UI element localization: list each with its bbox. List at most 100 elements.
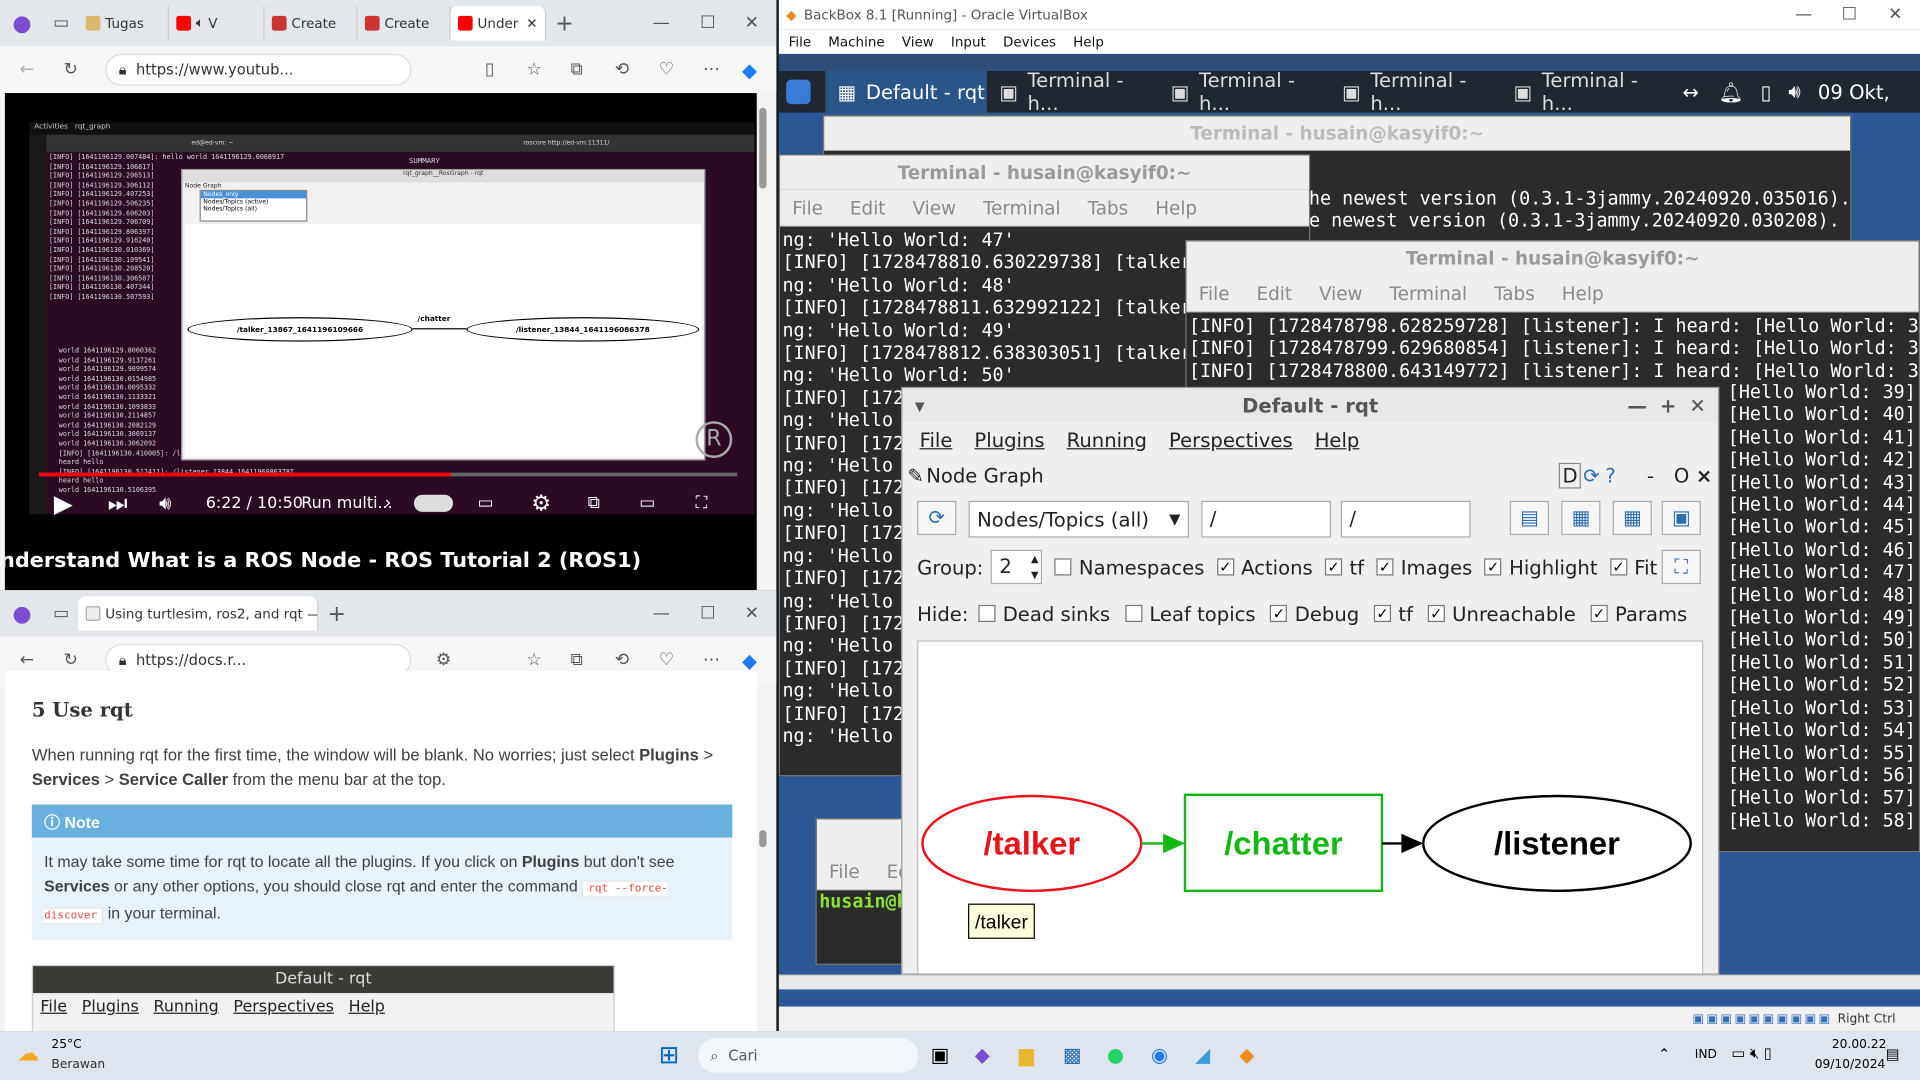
save-svg-icon[interactable]: ▦ [1612,500,1652,536]
vbox-menu-machine[interactable]: Machine [828,34,884,50]
maximize-icon[interactable]: ☐ [1842,5,1857,25]
terminal-menu-file[interactable]: File [1199,282,1230,304]
guest-scrollbar[interactable] [778,974,1920,990]
save-image-icon[interactable]: ▣ [1661,500,1701,536]
video-player[interactable]: Activities rqt_graph ed@ed-vm: ~ roscore … [4,93,757,591]
rqt-menu-running[interactable]: Running [1067,428,1147,451]
reload-icon[interactable]: ⟳ [1583,463,1599,486]
hide-debug[interactable]: ✓ Debug [1270,602,1359,625]
history-icon[interactable]: ⟲ [615,60,629,80]
doc-menu-plugins[interactable]: Plugins [82,998,139,1016]
vbox-menu-help[interactable]: Help [1073,34,1104,50]
clock-date[interactable]: 09/10/2024 [1815,1058,1886,1071]
maximize-icon[interactable]: ☐ [696,13,720,33]
vbox-menu-devices[interactable]: Devices [1003,34,1056,50]
history-icon[interactable]: ⟲ [615,650,629,670]
doc-menu-perspectives[interactable]: Perspectives [233,998,333,1016]
profile-icon[interactable]: ● [0,601,44,627]
input-language[interactable]: IND [1695,1048,1717,1061]
vscode-icon[interactable]: ◢ [1195,1043,1210,1066]
panel-task-terminal-3[interactable]: ▣ Terminal - h... [1330,69,1501,116]
collections-icon[interactable]: ⧉ [571,60,583,80]
spin-arrows-icon[interactable]: ▲ ▼ [1031,551,1039,583]
node-graph-canvas[interactable]: /talker /chatter /listener /talker [917,640,1704,974]
chevron-right-icon[interactable]: › [384,493,391,513]
heart-icon[interactable]: ♡ [659,650,674,670]
checkbox[interactable]: ✓ [1324,558,1343,576]
group-spinbox[interactable]: 2 ▲ ▼ [990,549,1043,585]
terminal-menu-edit[interactable]: Edit [1256,282,1292,304]
copilot-icon[interactable]: ◆ [742,648,757,671]
node-filter-input[interactable]: / [1201,500,1332,538]
terminal-menu-view[interactable]: View [1319,282,1363,304]
help-icon[interactable]: ? [1605,463,1615,486]
checkbox[interactable]: ✓ [1376,558,1394,576]
system-tray-icons[interactable]: ▭ 🔇︎ ▯ [1731,1044,1772,1062]
dock-close-button[interactable]: × [1696,463,1712,486]
chevron-up-icon[interactable]: ⌃ [1658,1046,1670,1063]
tab-under-active[interactable]: Under ✕ [450,6,547,41]
notification-icon[interactable]: ▤ [1886,1046,1900,1063]
new-tab-icon[interactable]: + [318,601,355,627]
more-icon[interactable]: ⋯ [703,60,720,80]
terminal-menu-tabs[interactable]: Tabs [1494,282,1535,304]
speaker-icon[interactable]: 🔈︎ [196,15,204,32]
checkbox[interactable]: ✓ [1270,604,1288,623]
scrollbar[interactable] [759,107,767,189]
tab-actions-icon[interactable]: ▭ [44,604,78,624]
refresh-icon[interactable]: ↻ [64,60,78,80]
terminal-menu-file[interactable]: File [792,197,823,219]
terminal-menu-terminal[interactable]: Terminal [1390,282,1468,304]
back-icon[interactable]: ← [20,60,34,80]
terminal-menu-file[interactable]: File [829,860,860,882]
dock-minimize-button[interactable]: - [1647,463,1654,486]
dock-d-button[interactable]: D [1558,462,1582,488]
scrollbar[interactable] [759,830,767,848]
rqt-menu-plugins[interactable]: Plugins [974,428,1044,451]
menu-icon[interactable] [786,79,811,105]
option-fit[interactable]: ✓ Fit [1609,555,1657,579]
option-tf[interactable]: ✓ tf [1324,555,1364,579]
checkbox[interactable]: ✓ [1216,558,1234,576]
maximize-icon[interactable]: + [1660,394,1676,417]
hide-unreachable[interactable]: ✓ Unreachable [1427,602,1576,625]
video-progress-track[interactable] [39,472,738,477]
battery-icon[interactable]: ▯ [1760,80,1771,103]
close-window-icon[interactable]: ✕ [1888,5,1902,25]
panel-task-terminal-1[interactable]: ▣ Terminal - h... [987,69,1158,116]
subtitles-icon[interactable]: ▭ [478,493,494,513]
explorer-icon[interactable]: ▆ [1019,1043,1034,1066]
doc-menu-running[interactable]: Running [153,998,218,1016]
url-field[interactable]: 🔒︎ https://www.youtub... [105,53,412,86]
back-icon[interactable]: ← [20,650,34,670]
settings-icon[interactable]: ⚙ [531,490,551,516]
refresh-graph-button[interactable]: ⟳ [917,500,957,536]
rqt-menu-perspectives[interactable]: Perspectives [1169,428,1293,451]
hide-dead-sinks[interactable]: Dead sinks [978,602,1110,625]
minimize-icon[interactable]: — [649,604,673,624]
favorites-icon[interactable]: ☆ [527,60,542,80]
volume-icon[interactable]: 🔊︎ [1788,80,1800,104]
miniplayer-icon[interactable]: ⧉ [588,493,600,513]
checkbox[interactable]: ✓ [1427,604,1445,623]
checkbox[interactable] [1124,604,1142,623]
panel-task-terminal-2[interactable]: ▣ Terminal - h... [1158,69,1329,116]
close-window-icon[interactable]: ✕ [740,604,764,624]
chapter-label[interactable]: Run multi... [301,494,392,512]
more-icon[interactable]: ⋯ [703,650,720,670]
volume-icon[interactable]: 🔊︎ [159,491,171,515]
start-icon[interactable]: ⊞ [659,1041,686,1068]
save-dot-icon[interactable]: ▦ [1561,500,1601,536]
chevron-down-icon[interactable]: ▾ [915,394,925,417]
copilot-icon[interactable]: ◆ [975,1043,990,1066]
copilot-icon[interactable]: ◆ [742,58,757,81]
topic-filter-input[interactable]: / [1340,500,1471,538]
reading-view-icon[interactable]: ▯ [485,60,494,80]
profile-icon[interactable]: ● [0,10,44,36]
checkbox[interactable]: ✓ [1373,604,1392,623]
doc-menu-file[interactable]: File [40,998,67,1016]
tab-docs[interactable]: Using turtlesim, ros2, and rqt — R✕ [78,596,319,631]
collections-icon[interactable]: ⧉ [571,650,583,670]
theater-icon[interactable]: ▭ [639,493,655,513]
close-tab-icon[interactable]: ✕ [526,15,537,31]
